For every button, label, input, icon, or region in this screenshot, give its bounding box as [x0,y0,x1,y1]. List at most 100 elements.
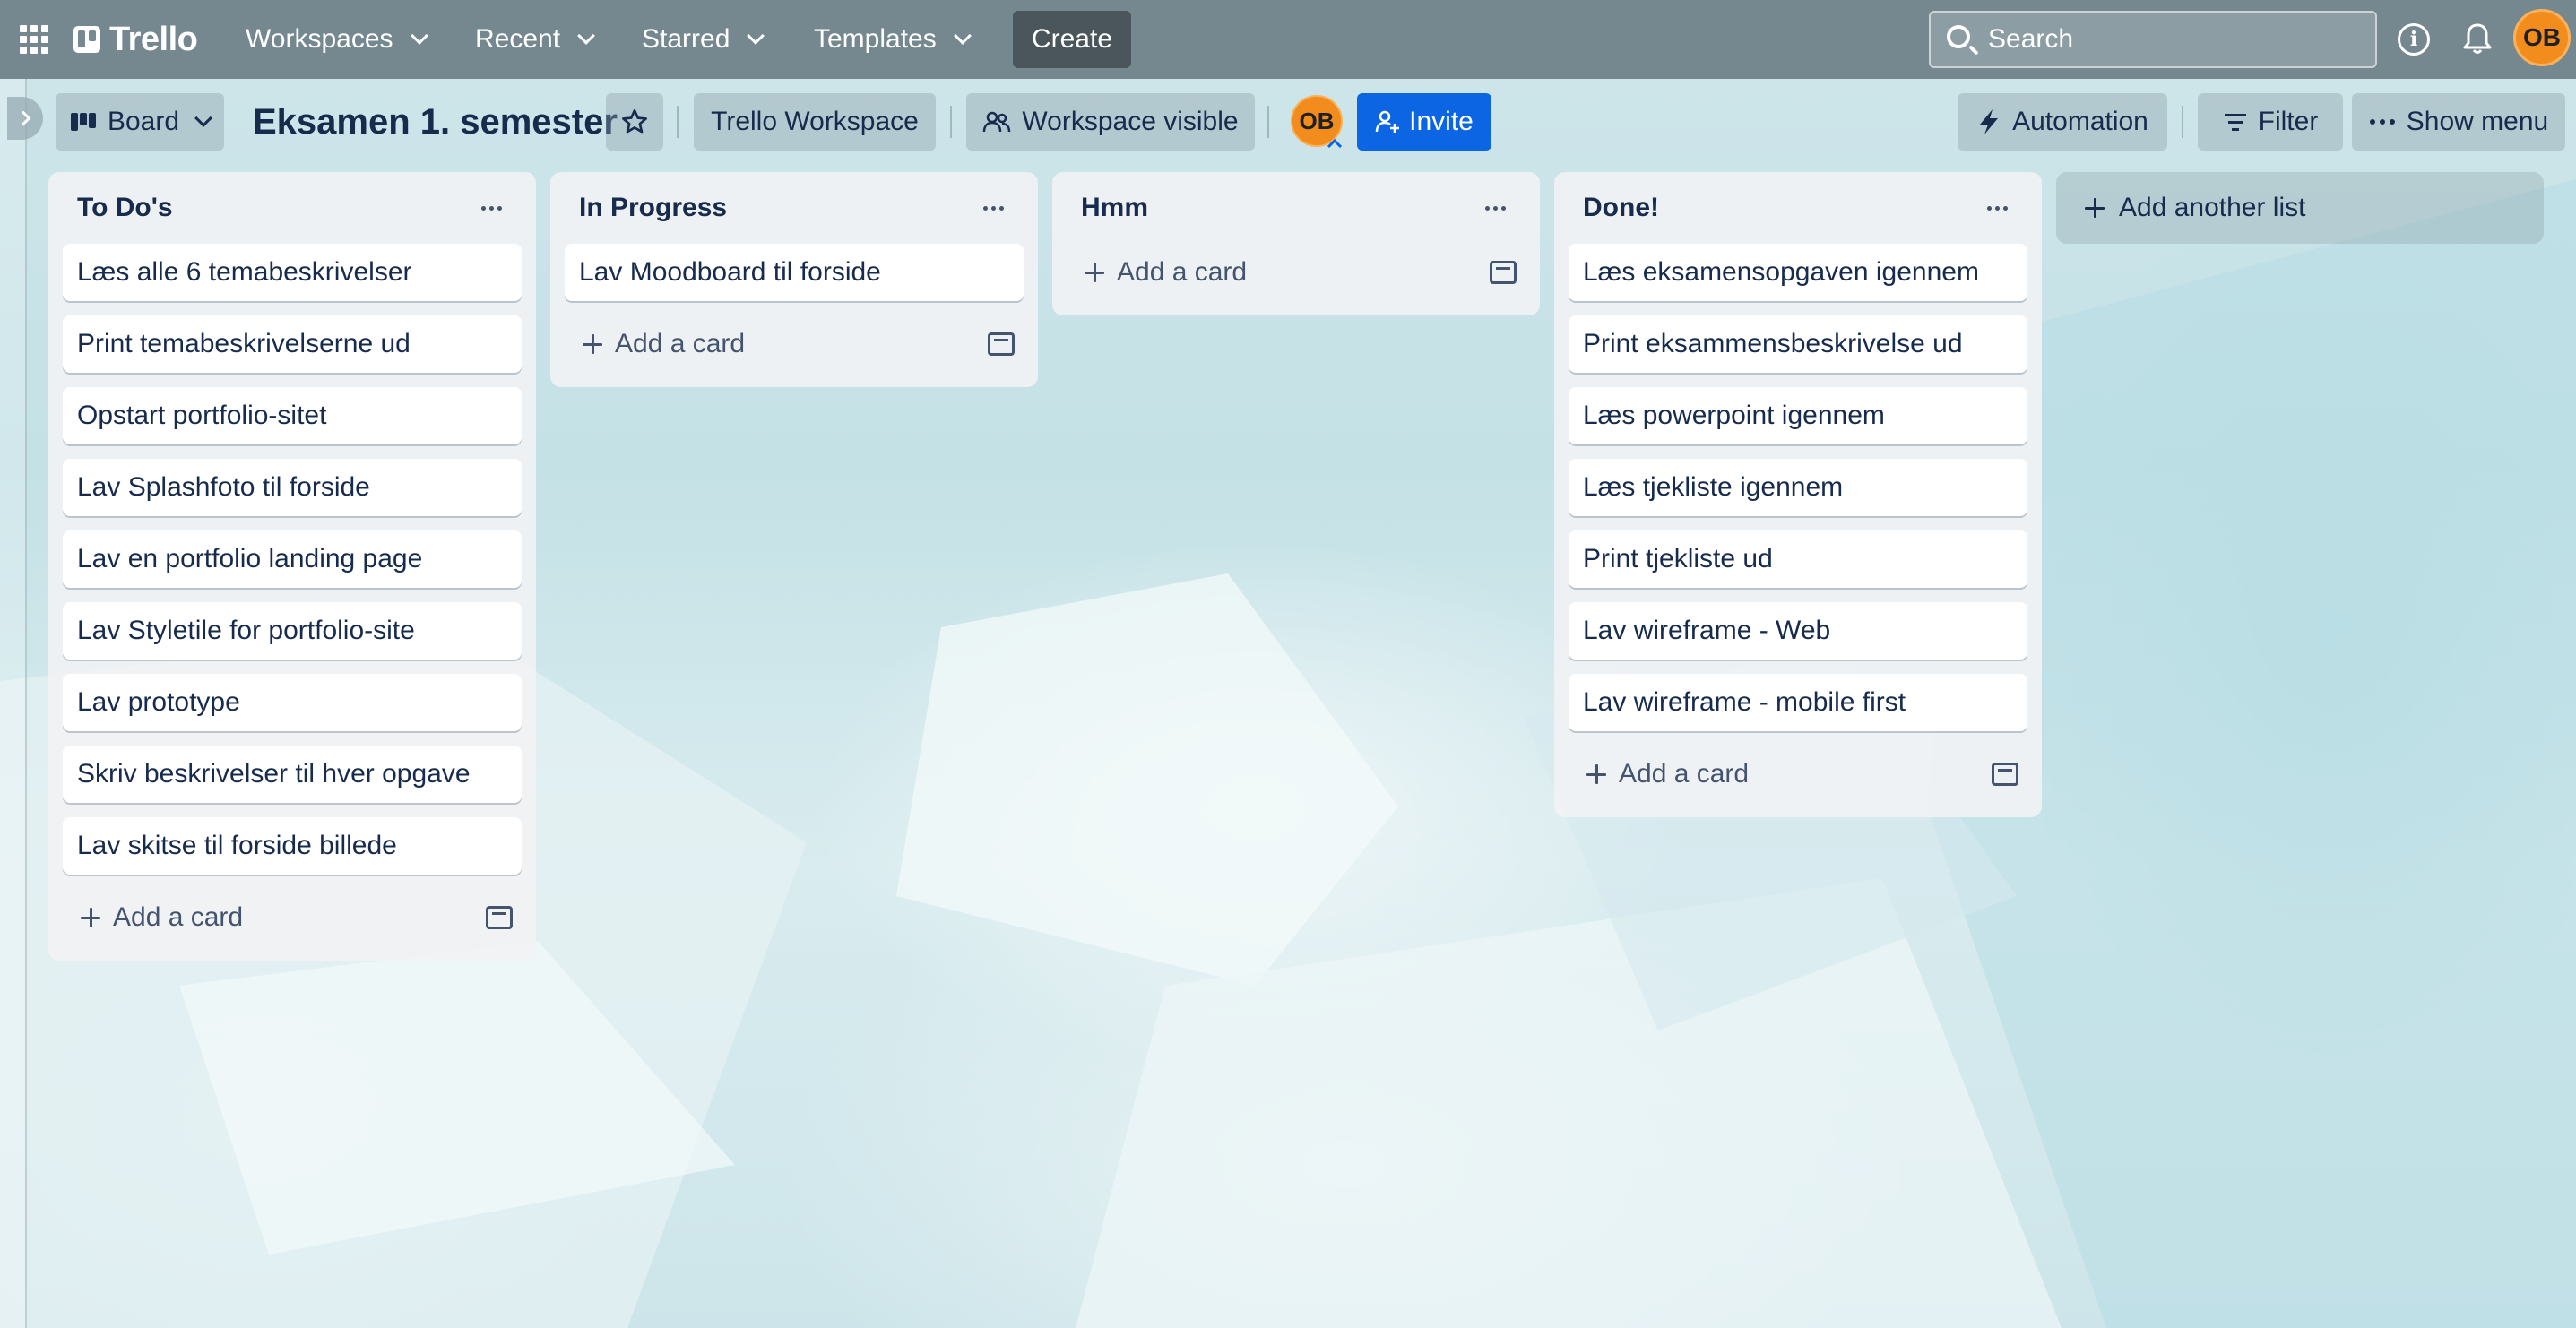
list-actions-icon[interactable] [474,199,509,218]
info-icon[interactable]: i [2398,23,2430,56]
automation-button[interactable]: Automation [1958,93,2167,151]
menu-recent[interactable]: Recent [466,16,601,63]
add-card-label: Add a card [1117,257,1248,287]
logo-text: Trello [109,20,198,58]
show-menu-label: Show menu [2406,107,2549,136]
card[interactable]: Lav prototype [63,674,522,731]
plus-icon [583,334,602,354]
plus-icon [81,908,100,927]
list-header: To Do's [63,172,522,244]
chevron-down-icon [747,27,765,45]
board-view-switcher[interactable]: Board [56,93,224,151]
list-actions-icon[interactable] [1478,199,1513,218]
list-actions-icon[interactable] [976,199,1011,218]
menu-templates[interactable]: Templates [805,16,978,63]
card[interactable]: Lav wireframe - mobile first [1569,674,2027,731]
board-title[interactable]: Eksamen 1. semester [253,97,618,147]
lightning-icon [1980,109,1999,134]
chevron-down-icon [194,109,212,127]
card[interactable]: Læs powerpoint igennem [1569,387,2027,444]
add-card-row: Add a card [565,315,1024,373]
add-card-button[interactable]: Add a card [1085,257,1247,288]
menu-label: Workspaces [246,24,393,54]
card[interactable]: Lav skitse til forside billede [63,817,522,875]
menu-label: Starred [642,24,730,54]
create-from-template-icon[interactable] [1992,763,2018,786]
menu-label: Templates [814,24,937,54]
chevron-down-icon [953,27,972,45]
card[interactable]: Print eksammensbeskrivelse ud [1569,315,2027,373]
invite-label: Invite [1409,107,1474,136]
top-navigation-bar: Trello Workspaces Recent Starred Templat… [0,0,2576,79]
menu-starred[interactable]: Starred [633,16,771,63]
add-member-icon [1375,110,1400,133]
list-header: Hmm [1067,172,1526,244]
view-label: Board [107,107,180,136]
card[interactable]: Lav en portfolio landing page [63,530,522,588]
menu-workspaces[interactable]: Workspaces [237,16,435,63]
more-dots-icon [2369,119,2395,125]
app-switcher-icon[interactable] [20,25,48,54]
create-button[interactable]: Create [1013,11,1131,68]
list-title[interactable]: Hmm [1081,193,1148,223]
list-actions-icon[interactable] [1980,199,2015,218]
add-card-label: Add a card [1619,759,1750,789]
star-board-button[interactable] [606,93,663,151]
add-card-button[interactable]: Add a card [583,329,745,359]
divider [1267,106,1269,138]
add-card-button[interactable]: Add a card [81,902,243,933]
trello-logo-icon [73,26,100,53]
card[interactable]: Lav Styletile for portfolio-site [63,602,522,660]
collapsed-sidebar [0,79,27,1328]
card[interactable]: Lav Moodboard til forside [565,244,1024,301]
chevron-down-icon [577,27,595,45]
notifications-bell-icon[interactable] [2463,22,2492,56]
workspace-members-icon [983,111,1011,133]
card[interactable]: Print tjekliste ud [1569,530,2027,588]
divider [677,106,679,138]
add-card-row: Add a card [1569,746,2027,803]
filter-icon [2224,114,2246,131]
card[interactable]: Lav wireframe - Web [1569,602,2027,660]
workspace-button[interactable]: Trello Workspace [694,93,936,151]
add-card-row: Add a card [1067,244,1526,301]
list-title[interactable]: Done! [1583,193,1659,223]
star-icon [622,109,647,134]
board-member-avatar[interactable]: OB [1291,95,1343,149]
user-avatar[interactable]: OB [2513,9,2571,66]
add-list-label: Add another list [2119,193,2306,222]
list-header: Done! [1569,172,2027,244]
list-header: In Progress [565,172,1024,244]
plus-icon [1085,263,1104,282]
list-title[interactable]: To Do's [77,193,173,223]
search-box[interactable] [1929,11,2377,68]
chevron-right-icon [15,110,31,126]
search-input[interactable] [1988,24,2347,55]
list-hmm: Hmm Add a card [1052,172,1540,315]
board-view-icon [70,113,96,131]
automation-label: Automation [2012,107,2148,136]
card[interactable]: Opstart portfolio-sitet [63,387,522,444]
expand-sidebar-button[interactable] [7,97,43,140]
list-title[interactable]: In Progress [579,193,727,223]
card[interactable]: Læs tjekliste igennem [1569,459,2027,516]
search-icon [1947,25,1970,48]
add-another-list-button[interactable]: Add another list [2056,172,2544,244]
show-menu-button[interactable]: Show menu [2352,93,2565,151]
card[interactable]: Læs eksamensopgaven igennem [1569,244,2027,301]
create-from-template-icon[interactable] [988,332,1015,356]
create-from-template-icon[interactable] [1490,261,1517,284]
trello-logo[interactable]: Trello [73,20,198,59]
list-done: Done! Læs eksamensopgaven igennem Print … [1554,172,2042,817]
list-in-progress: In Progress Lav Moodboard til forside Ad… [550,172,1038,387]
card[interactable]: Læs alle 6 temabeskrivelser [63,244,522,301]
list-to-dos: To Do's Læs alle 6 temabeskrivelser Prin… [48,172,536,961]
filter-button[interactable]: Filter [2198,93,2343,151]
card[interactable]: Print temabeskrivelserne ud [63,315,522,373]
create-from-template-icon[interactable] [486,906,513,929]
invite-button[interactable]: Invite [1357,93,1491,151]
visibility-button[interactable]: Workspace visible [966,93,1255,151]
card[interactable]: Lav Splashfoto til forside [63,459,522,516]
add-card-button[interactable]: Add a card [1586,759,1749,789]
card[interactable]: Skriv beskrivelser til hver opgave [63,746,522,803]
